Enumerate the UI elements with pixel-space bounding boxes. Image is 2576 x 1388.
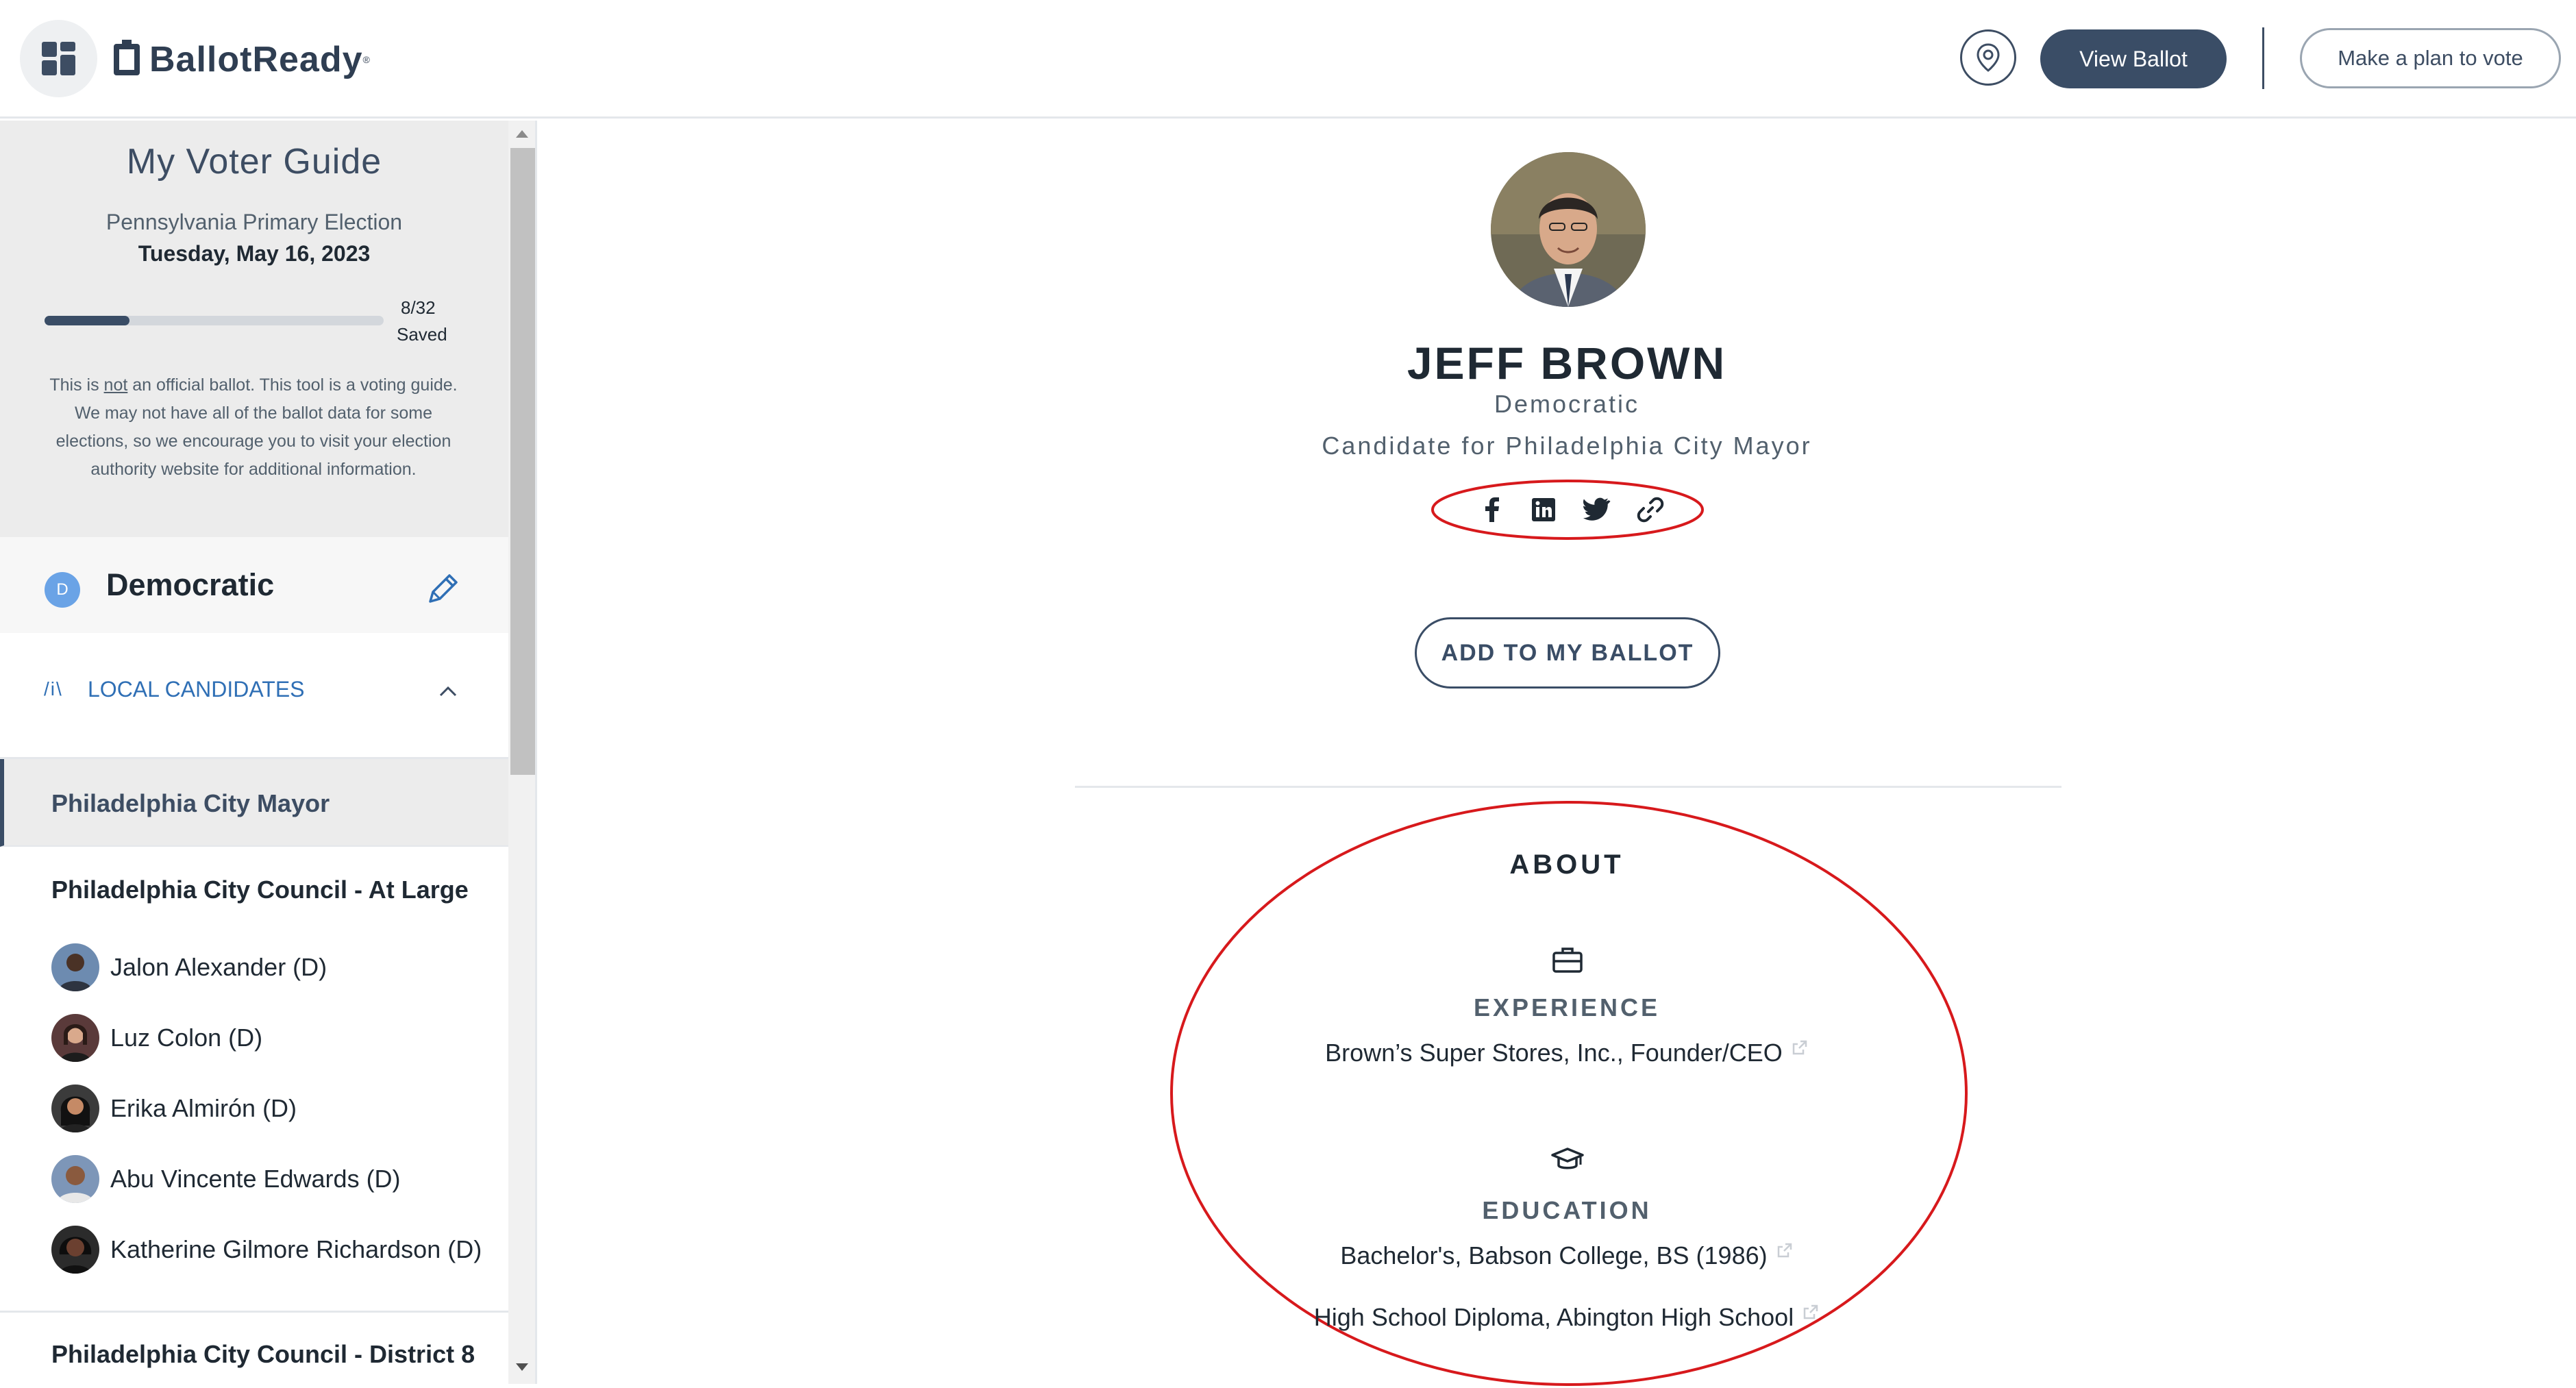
logo-text: BallotReady	[149, 40, 363, 79]
scroll-up-arrow-icon[interactable]	[516, 130, 528, 138]
local-candidates-section[interactable]: /i\ LOCAL CANDIDATES	[0, 633, 508, 759]
party-selector[interactable]: D Democratic	[0, 537, 508, 633]
view-ballot-button[interactable]: View Ballot	[2040, 29, 2227, 88]
race-title-council-at-large[interactable]: Philadelphia City Council - At Large	[51, 876, 469, 904]
guide-summary: My Voter Guide Pennsylvania Primary Elec…	[0, 121, 508, 537]
header-divider	[2262, 27, 2264, 89]
annotation-ellipse-about	[1170, 801, 1968, 1386]
external-link-icon[interactable]	[1776, 1241, 1794, 1259]
social-links	[1431, 478, 1705, 541]
election-date: Tuesday, May 16, 2023	[138, 241, 371, 266]
candidate-item[interactable]: Erika Almirón (D)	[51, 1085, 297, 1132]
candidate-name: JEFF BROWN	[1407, 338, 1727, 388]
candidate-office: Candidate for Philadelphia City Mayor	[1322, 432, 1812, 460]
experience-heading: EXPERIENCE	[1473, 993, 1661, 1021]
briefcase-icon	[1552, 947, 1583, 973]
voter-guide-sidebar: My Voter Guide Pennsylvania Primary Elec…	[0, 121, 537, 1384]
external-link-icon[interactable]	[1791, 1039, 1809, 1056]
graduation-cap-icon	[1551, 1148, 1584, 1169]
content-divider	[1075, 786, 2061, 788]
local-candidates-icon: /i\	[44, 678, 63, 699]
candidate-avatar	[51, 943, 99, 991]
candidate-item[interactable]: Luz Colon (D)	[51, 1014, 262, 1062]
candidate-avatar	[51, 1226, 99, 1274]
top-header: BallotReady ® View Ballot Make a plan to…	[0, 0, 2576, 119]
progress-count: 8/32	[401, 297, 436, 318]
add-to-ballot-button[interactable]: ADD TO MY BALLOT	[1415, 617, 1720, 689]
logo-icon	[114, 40, 140, 75]
candidate-avatar	[51, 1155, 99, 1203]
candidate-photo	[1491, 152, 1646, 307]
local-candidates-label: LOCAL CANDIDATES	[88, 677, 305, 702]
map-pin-icon	[1977, 43, 2000, 72]
education-item[interactable]: Bachelor's, Babson College, BS (1986)	[539, 1241, 2576, 1270]
progress-bar	[45, 316, 384, 325]
disclaimer-text: This is not an official ballot. This too…	[49, 375, 458, 479]
election-name: Pennsylvania Primary Election	[106, 210, 403, 234]
scroll-down-arrow-icon[interactable]	[516, 1363, 528, 1371]
candidate-item[interactable]: Katherine Gilmore Richardson (D)	[51, 1226, 482, 1274]
guide-title: My Voter Guide	[126, 142, 382, 182]
facebook-icon[interactable]	[1477, 495, 1507, 525]
candidate-detail: JEFF BROWN Democratic Candidate for Phil…	[539, 121, 2576, 1386]
grid-icon	[42, 42, 57, 57]
chevron-up-icon[interactable]	[438, 682, 458, 702]
candidate-avatar	[51, 1014, 99, 1062]
party-badge: D	[45, 572, 80, 608]
candidate-item[interactable]: Abu Vincente Edwards (D)	[51, 1155, 401, 1203]
education-heading: EDUCATION	[1482, 1196, 1652, 1224]
race-philadelphia-city-mayor[interactable]: Philadelphia City Mayor	[0, 759, 508, 847]
candidate-avatar	[51, 1085, 99, 1132]
race-divider	[0, 1311, 508, 1313]
twitter-icon[interactable]	[1582, 495, 1612, 525]
education-item[interactable]: High School Diploma, Abington High Schoo…	[539, 1303, 2576, 1332]
race-title-council-district-8[interactable]: Philadelphia City Council - District 8	[51, 1340, 475, 1369]
candidate-item[interactable]: Jalon Alexander (D)	[51, 943, 327, 991]
experience-item[interactable]: Brown’s Super Stores, Inc., Founder/CEO	[539, 1039, 2576, 1067]
candidate-party: Democratic	[1494, 390, 1640, 418]
linkedin-icon[interactable]	[1528, 495, 1559, 525]
scrollbar-thumb[interactable]	[510, 148, 535, 775]
about-heading: ABOUT	[1509, 850, 1624, 880]
link-icon[interactable]	[1635, 495, 1665, 525]
pencil-icon[interactable]	[425, 570, 462, 607]
location-button[interactable]	[1960, 29, 2016, 86]
make-plan-button[interactable]: Make a plan to vote	[2300, 28, 2561, 88]
app-menu-button[interactable]	[20, 20, 97, 97]
party-name: Democratic	[106, 567, 275, 602]
progress-fill	[45, 316, 129, 325]
progress-saved-label: Saved	[397, 324, 447, 345]
ballotready-logo[interactable]: BallotReady ®	[114, 36, 370, 84]
external-link-icon[interactable]	[1802, 1303, 1820, 1321]
race-title: Philadelphia City Mayor	[51, 789, 330, 817]
